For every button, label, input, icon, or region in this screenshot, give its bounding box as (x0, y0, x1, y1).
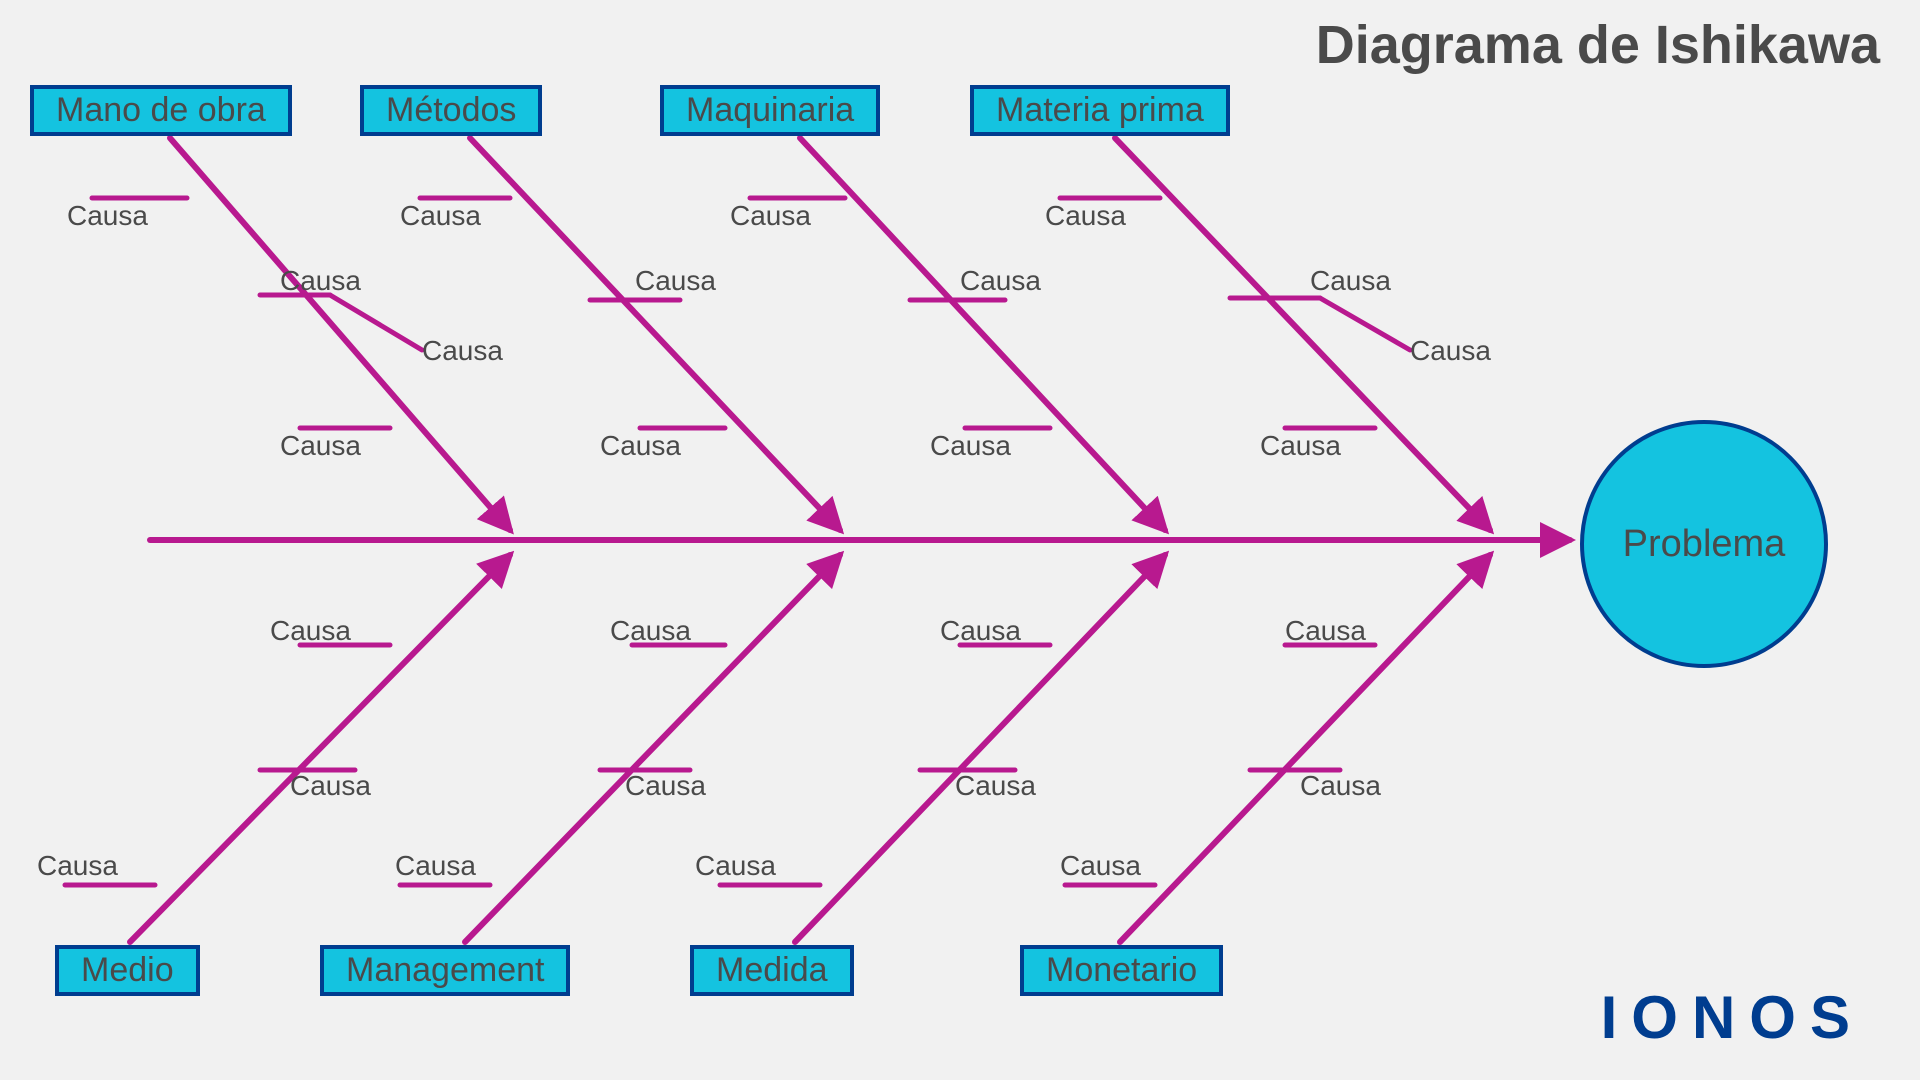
sub-cause-label: Causa (1410, 335, 1491, 367)
cause-label: Causa (270, 615, 351, 647)
sub-cause-label: Causa (422, 335, 503, 367)
cause-label: Causa (1260, 430, 1341, 462)
cause-label: Causa (280, 430, 361, 462)
cause-label: Causa (610, 615, 691, 647)
category-box: Materia prima (970, 85, 1230, 136)
category-box: Métodos (360, 85, 542, 136)
category-box: Management (320, 945, 570, 996)
category-box: Medida (690, 945, 854, 996)
cause-label: Causa (695, 850, 776, 882)
cause-label: Causa (290, 770, 371, 802)
cause-label: Causa (395, 850, 476, 882)
cause-label: Causa (730, 200, 811, 232)
cause-label: Causa (67, 200, 148, 232)
cause-label: Causa (400, 200, 481, 232)
category-box: Monetario (1020, 945, 1223, 996)
cause-label: Causa (1060, 850, 1141, 882)
cause-label: Causa (600, 430, 681, 462)
cause-label: Causa (625, 770, 706, 802)
cause-label: Causa (1045, 200, 1126, 232)
cause-label: Causa (940, 615, 1021, 647)
cause-label: Causa (960, 265, 1041, 297)
cause-label: Causa (280, 265, 361, 297)
category-box: Medio (55, 945, 200, 996)
cause-label: Causa (1285, 615, 1366, 647)
cause-label: Causa (930, 430, 1011, 462)
category-box: Maquinaria (660, 85, 880, 136)
problem-node: Problema (1580, 420, 1828, 668)
cause-label: Causa (1300, 770, 1381, 802)
category-box: Mano de obra (30, 85, 292, 136)
cause-label: Causa (1310, 265, 1391, 297)
cause-label: Causa (635, 265, 716, 297)
cause-label: Causa (37, 850, 118, 882)
cause-label: Causa (955, 770, 1036, 802)
